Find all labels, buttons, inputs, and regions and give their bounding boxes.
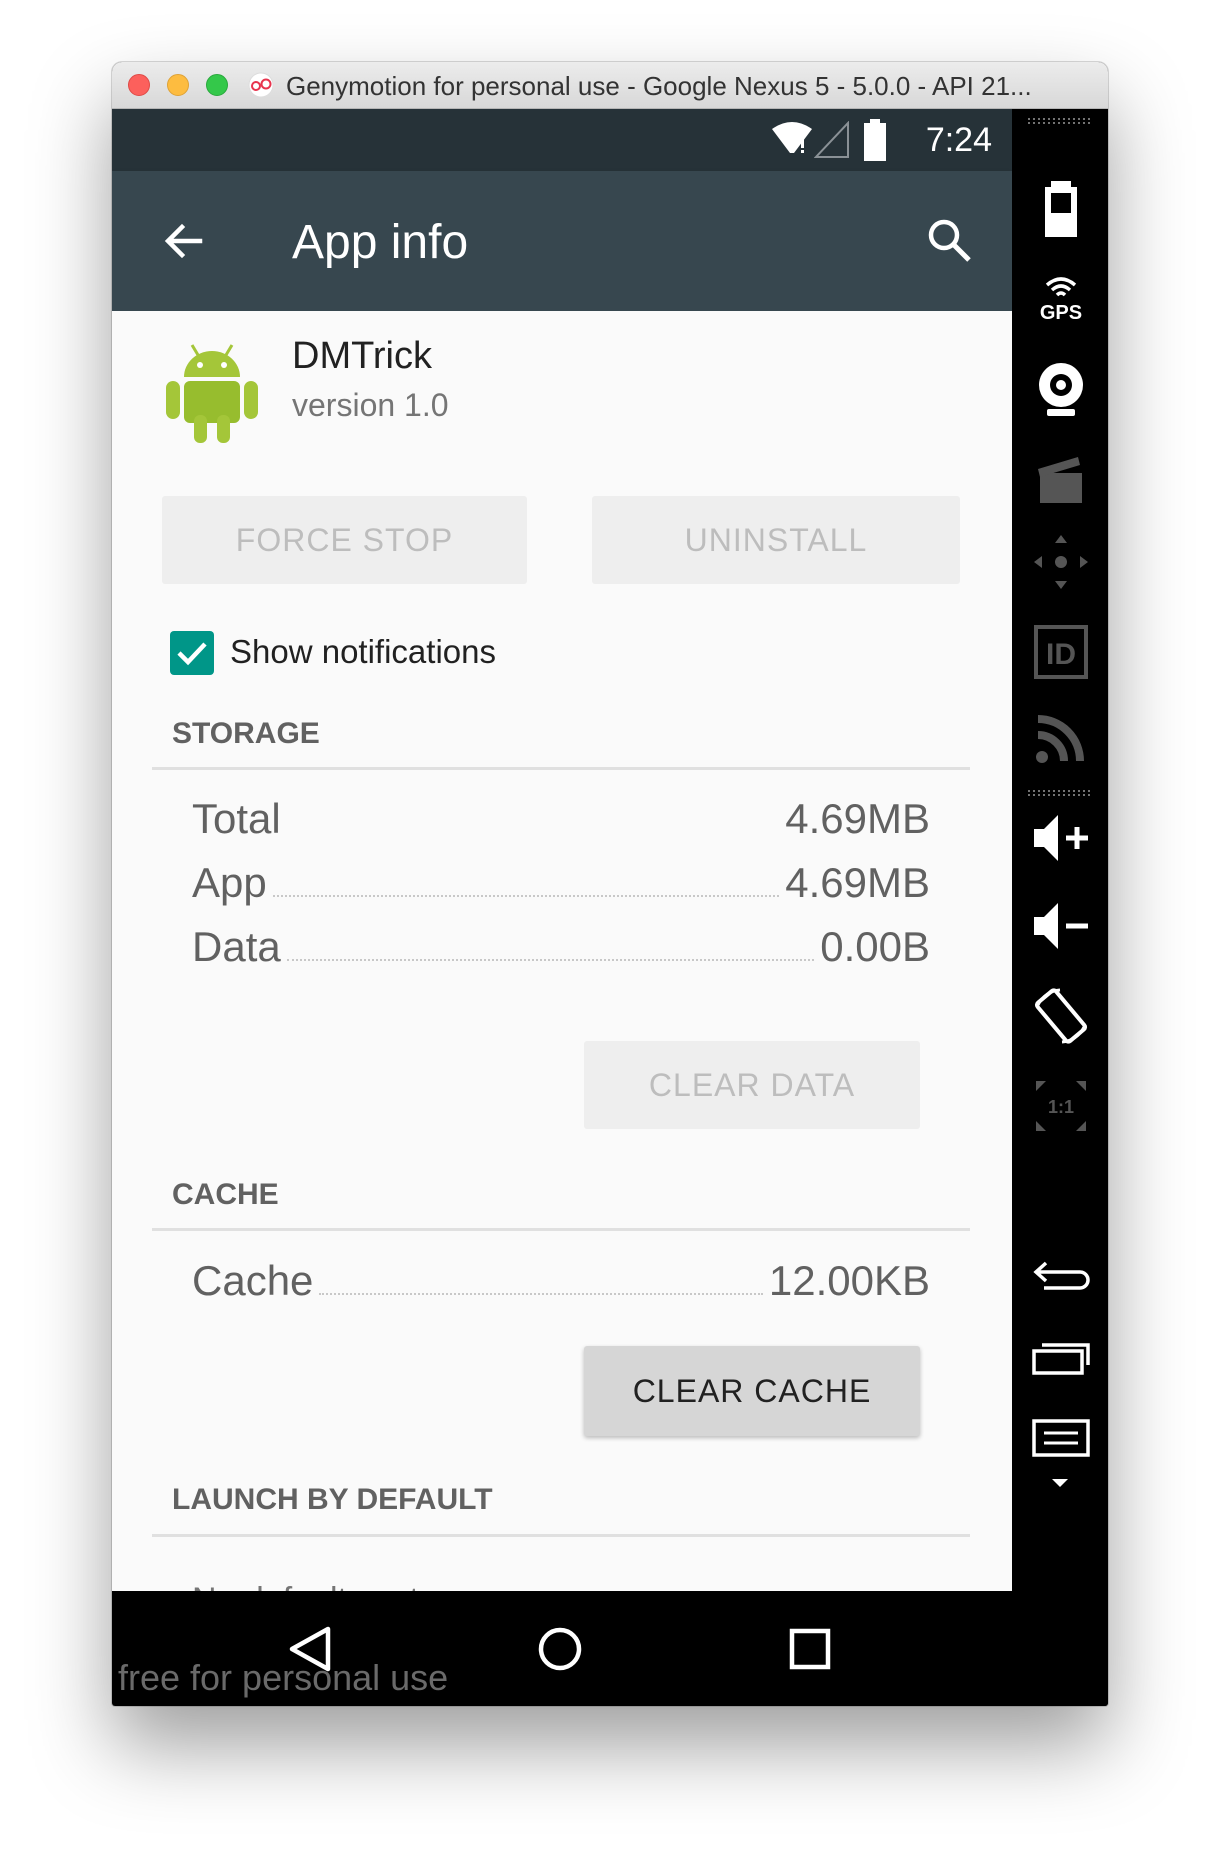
status-bar: 7:24 [112,109,1012,171]
window-title: Genymotion for personal use - Google Nex… [286,71,1032,101]
capture-widget-icon[interactable] [1030,449,1092,511]
gps-label: GPS [1040,302,1082,324]
storage-header: STORAGE [172,717,320,750]
launch-divider [152,1534,970,1537]
status-time: 7:24 [925,121,992,159]
app-info-content: DMTrick version 1.0 FORCE STOP UNINSTALL… [112,311,1012,1619]
row-value: 4.69MB [785,859,930,906]
cache-row: Cache 12.00KB [192,1251,930,1305]
row-value: 0.00B [820,923,930,970]
show-notifications-checkbox[interactable] [170,631,214,675]
close-window-button[interactable] [128,74,150,96]
wifi-icon [772,122,812,153]
ratio-label: 1:1 [1048,1097,1074,1117]
row-label: Data [192,923,281,970]
storage-row-app: App 4.69MB [192,853,930,907]
id-label: ID [1046,638,1076,671]
battery-icon [864,119,886,161]
toolbar-grip-2 [1028,790,1092,796]
camera-widget-icon[interactable] [1030,359,1092,421]
cache-header: CACHE [172,1178,279,1211]
back-key-icon[interactable] [1030,1241,1092,1303]
menu-key-icon[interactable] [1030,1413,1092,1475]
remote-control-icon[interactable] [1030,531,1092,593]
row-label: Total [192,795,281,842]
minimize-window-button[interactable] [167,74,189,96]
storage-row-data: Data 0.00B [192,917,930,971]
pixel-perfect-icon[interactable]: 1:1 [1030,1075,1092,1137]
recent-apps-key-icon[interactable] [1030,1327,1092,1389]
row-label: App [192,859,267,906]
android-robot-icon [166,344,258,443]
show-notifications-label: Show notifications [230,633,496,670]
force-stop-button[interactable]: FORCE STOP [162,496,527,584]
cache-divider [152,1228,970,1231]
genymotion-window: Genymotion for personal use - Google Nex… [112,62,1108,1706]
personal-use-watermark: free for personal use [118,1657,449,1698]
storage-row-total: Total 4.69MB [192,789,930,843]
rotate-icon[interactable] [1030,985,1092,1047]
arrow-back-icon[interactable] [160,217,208,265]
launch-default-header: LAUNCH BY DEFAULT [172,1483,493,1516]
app-name: DMTrick [292,335,432,377]
volume-up-icon[interactable] [1030,807,1092,869]
device-screen: 7:24 App info DMTrick version 1.0 FORCE … [112,109,1012,1706]
storage-divider [152,767,970,770]
navigation-bar: free for personal use [112,1591,1012,1706]
genymotion-side-toolbar: GPS ID 1:1 [1012,109,1108,1706]
app-version: version 1.0 [292,387,449,423]
page-title: App info [292,216,469,269]
app-bar: App info [112,171,1012,311]
genymotion-logo-icon [248,72,274,98]
toolbar-more-icon[interactable] [1050,1477,1070,1489]
device-id-icon[interactable]: ID [1030,621,1092,683]
battery-widget-icon[interactable] [1030,179,1092,241]
row-label: Cache [192,1257,314,1304]
nav-home-icon[interactable] [530,1619,590,1679]
nav-recents-icon[interactable] [780,1619,840,1679]
gps-widget-icon[interactable]: GPS [1030,267,1092,329]
uninstall-button[interactable]: UNINSTALL [592,496,960,584]
clear-data-button[interactable]: CLEAR DATA [584,1041,920,1129]
row-value: 12.00KB [768,1257,930,1304]
check-icon [177,642,207,666]
rss-icon[interactable] [1030,707,1092,769]
clear-cache-button[interactable]: CLEAR CACHE [584,1346,920,1436]
window-titlebar: Genymotion for personal use - Google Nex… [112,62,1108,109]
signal-icon [814,121,849,158]
row-value: 4.69MB [785,795,930,842]
search-icon[interactable] [924,215,974,265]
toolbar-grip [1028,118,1092,124]
volume-down-icon[interactable] [1030,895,1092,957]
maximize-window-button[interactable] [206,74,228,96]
